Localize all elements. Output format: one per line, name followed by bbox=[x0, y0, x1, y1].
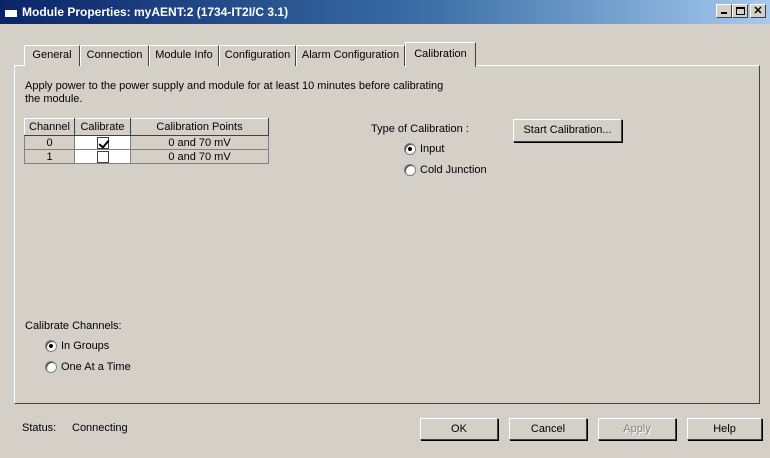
calibration-points-cell: 0 and 70 mV bbox=[130, 135, 269, 150]
table-row: 1 0 and 70 mV bbox=[24, 149, 269, 164]
radio-cold-junction[interactable]: Cold Junction bbox=[404, 164, 487, 176]
tab-configuration[interactable]: Configuration bbox=[219, 45, 296, 66]
radio-label: Cold Junction bbox=[420, 164, 487, 176]
radio-button[interactable] bbox=[404, 164, 416, 176]
calibrate-cell bbox=[74, 135, 131, 150]
tab-general[interactable]: General bbox=[24, 45, 80, 66]
calibration-points-cell: 0 and 70 mV bbox=[130, 149, 269, 164]
minimize-icon bbox=[721, 12, 727, 14]
table-row: 0 0 and 70 mV bbox=[24, 135, 269, 150]
tab-calibration[interactable]: Calibration bbox=[405, 42, 476, 67]
status-value: Connecting bbox=[72, 422, 128, 434]
calibrate-channels-label: Calibrate Channels: bbox=[25, 320, 122, 332]
window-title: Module Properties: myAENT:2 (1734-IT2I/C… bbox=[22, 5, 289, 19]
calibration-panel bbox=[14, 65, 760, 404]
cancel-button[interactable]: Cancel bbox=[509, 418, 587, 440]
tab-alarm-configuration[interactable]: Alarm Configuration bbox=[296, 45, 405, 66]
module-properties-window: Module Properties: myAENT:2 (1734-IT2I/C… bbox=[0, 0, 770, 458]
column-header-calibrate[interactable]: Calibrate bbox=[74, 118, 131, 136]
column-header-calibration-points[interactable]: Calibration Points bbox=[130, 118, 269, 136]
calibrate-checkbox[interactable] bbox=[96, 136, 109, 149]
title-bar[interactable]: Module Properties: myAENT:2 (1734-IT2I/C… bbox=[0, 0, 770, 24]
radio-in-groups[interactable]: In Groups bbox=[45, 340, 109, 352]
minimize-button[interactable] bbox=[716, 4, 732, 18]
calibration-instruction: Apply power to the power supply and modu… bbox=[25, 80, 444, 105]
radio-one-at-a-time[interactable]: One At a Time bbox=[45, 361, 131, 373]
maximize-button[interactable] bbox=[732, 4, 748, 18]
status-label: Status: bbox=[22, 422, 57, 434]
close-icon: ✕ bbox=[753, 5, 763, 17]
calibrate-cell bbox=[74, 149, 131, 164]
tab-module-info[interactable]: Module Info bbox=[149, 45, 219, 66]
channel-table: Channel Calibrate Calibration Points 0 0… bbox=[24, 118, 269, 164]
close-button[interactable]: ✕ bbox=[750, 4, 766, 18]
radio-input[interactable]: Input bbox=[404, 143, 444, 155]
column-header-channel[interactable]: Channel bbox=[24, 118, 75, 136]
radio-label: Input bbox=[420, 143, 445, 155]
ok-button[interactable]: OK bbox=[420, 418, 498, 440]
channel-cell: 1 bbox=[24, 149, 75, 164]
window-icon bbox=[4, 6, 18, 18]
radio-button[interactable] bbox=[404, 143, 416, 155]
tab-connection[interactable]: Connection bbox=[80, 45, 149, 66]
radio-label: One At a Time bbox=[61, 361, 131, 373]
maximize-icon bbox=[736, 7, 745, 15]
radio-button[interactable] bbox=[45, 361, 57, 373]
help-button[interactable]: Help bbox=[687, 418, 762, 440]
apply-button[interactable]: Apply bbox=[598, 418, 676, 440]
radio-label: In Groups bbox=[61, 340, 110, 352]
channel-cell: 0 bbox=[24, 135, 75, 150]
radio-button[interactable] bbox=[45, 340, 57, 352]
start-calibration-button[interactable]: Start Calibration... bbox=[513, 119, 622, 142]
calibrate-checkbox[interactable] bbox=[96, 150, 109, 163]
type-of-calibration-label: Type of Calibration : bbox=[371, 123, 469, 135]
